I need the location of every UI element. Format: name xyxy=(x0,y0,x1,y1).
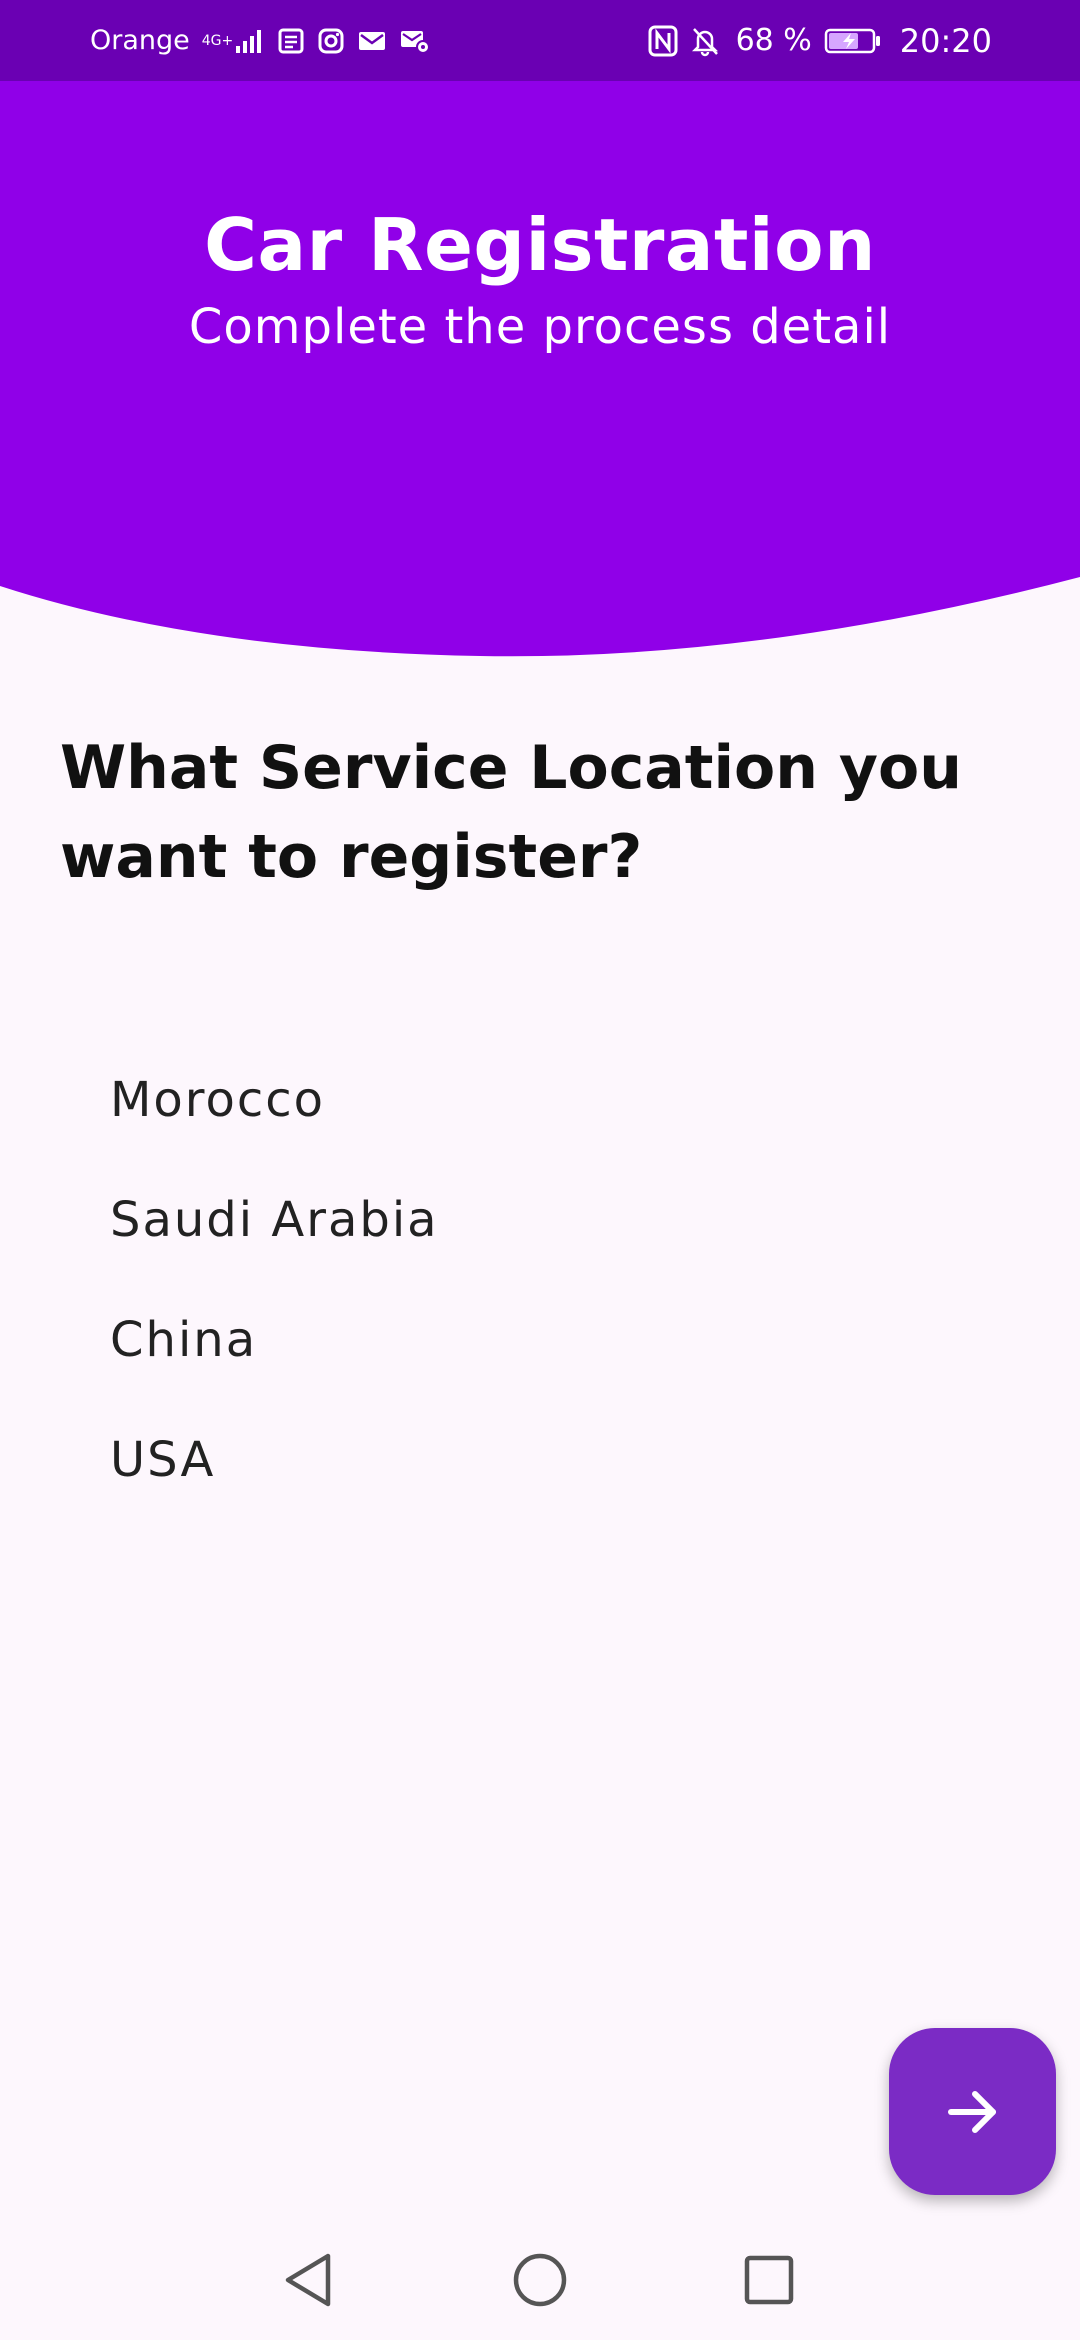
recents-button[interactable] xyxy=(733,2244,805,2316)
instagram-icon xyxy=(317,27,345,55)
next-button[interactable] xyxy=(889,2028,1056,2195)
recents-icon xyxy=(744,2255,794,2305)
back-icon xyxy=(285,2253,331,2307)
home-icon xyxy=(513,2253,567,2307)
network-type: 4G+ xyxy=(201,32,234,49)
status-bar: Orange 4G+ 68 % 20:20 xyxy=(0,0,1080,81)
bell-muted-icon xyxy=(690,25,720,57)
status-left: Orange 4G+ xyxy=(90,25,431,56)
signal-icon: 4G+ xyxy=(202,28,266,54)
system-nav-bar xyxy=(0,2218,1080,2340)
app-screen: Orange 4G+ 68 % 20:20 Car Registration C… xyxy=(0,0,1080,2340)
home-button[interactable] xyxy=(504,2244,576,2316)
option-saudi-arabia[interactable]: Saudi Arabia xyxy=(110,1160,439,1280)
battery-percent: 68 % xyxy=(735,23,812,58)
news-icon xyxy=(277,27,305,55)
option-morocco[interactable]: Morocco xyxy=(110,1040,439,1160)
carrier-name: Orange xyxy=(90,25,190,56)
location-options-list: Morocco Saudi Arabia China USA xyxy=(110,1040,439,1520)
nfc-icon xyxy=(648,25,678,57)
page-subtitle: Complete the process detail xyxy=(188,299,892,355)
status-right: 68 % 20:20 xyxy=(648,22,992,60)
clock: 20:20 xyxy=(899,21,992,60)
header-background xyxy=(0,81,1080,657)
battery-charging-icon xyxy=(824,27,882,55)
back-button[interactable] xyxy=(272,2244,344,2316)
header-banner: Car Registration Complete the process de… xyxy=(0,81,1080,661)
mail-icon xyxy=(357,28,387,54)
mail-settings-icon xyxy=(399,27,431,55)
page-title: Car Registration xyxy=(204,203,876,287)
question-heading: What Service Location you want to regist… xyxy=(60,733,962,892)
arrow-right-icon xyxy=(947,2090,996,2133)
option-china[interactable]: China xyxy=(110,1280,439,1400)
option-usa[interactable]: USA xyxy=(110,1400,439,1520)
